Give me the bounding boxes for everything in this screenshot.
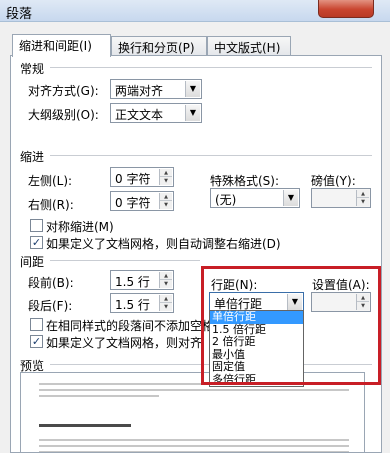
spin-up-icon[interactable]: ▲ bbox=[160, 272, 172, 280]
spin-down-icon[interactable]: ▼ bbox=[160, 177, 172, 185]
special-indent-value: (无) bbox=[215, 193, 237, 207]
outline-value: 正文文本 bbox=[115, 108, 164, 122]
no-space-same-style-label: 在相同样式的段落间不添加空格 bbox=[46, 319, 215, 333]
right-indent-spinner[interactable]: 0 字符 ▲ ▼ bbox=[110, 191, 174, 211]
left-indent-value: 0 字符 bbox=[115, 172, 151, 186]
outline-label: 大纲级别(O): bbox=[28, 108, 99, 122]
line-spacing-dropdown: 单倍行距 1.5 倍行距 2 倍行距 最小值 固定值 多倍行距 bbox=[209, 310, 304, 387]
close-button[interactable] bbox=[318, 0, 374, 18]
right-indent-label: 右侧(R): bbox=[28, 198, 74, 212]
preview-line bbox=[39, 395, 159, 397]
line-spacing-select[interactable]: 单倍行距 ▼ bbox=[209, 292, 304, 312]
chevron-down-icon: ▼ bbox=[283, 190, 298, 206]
spacing-heading: 间距 bbox=[20, 255, 45, 269]
space-before-value: 1.5 行 bbox=[115, 275, 150, 289]
chevron-down-icon: ▼ bbox=[185, 81, 200, 97]
spin-up-icon[interactable]: ▲ bbox=[357, 294, 369, 302]
tab-line-page-breaks[interactable]: 换行和分页(P) bbox=[111, 36, 207, 56]
mirror-indents-checkbox[interactable] bbox=[30, 219, 43, 232]
spinner-buttons: ▲ ▼ bbox=[356, 294, 369, 310]
spinner-buttons: ▲ ▼ bbox=[159, 272, 172, 288]
check-mark-icon: ✓ bbox=[31, 236, 42, 249]
space-before-spinner[interactable]: 1.5 行 ▲ ▼ bbox=[110, 270, 174, 290]
space-before-label: 段前(B): bbox=[28, 276, 74, 290]
spin-down-icon[interactable]: ▼ bbox=[357, 198, 369, 206]
preview-line bbox=[39, 424, 131, 427]
tab-label: 缩进和间距(I) bbox=[19, 39, 92, 53]
tab-label: 中文版式(H) bbox=[214, 41, 281, 55]
spin-up-icon[interactable]: ▲ bbox=[160, 295, 172, 303]
dropdown-option[interactable]: 单倍行距 bbox=[210, 311, 303, 324]
chevron-down-icon: ▼ bbox=[287, 294, 302, 310]
tab-indent-spacing[interactable]: 缩进和间距(I) bbox=[12, 34, 111, 57]
space-after-spinner[interactable]: 1.5 行 ▲ ▼ bbox=[110, 293, 174, 313]
special-indent-select[interactable]: (无) ▼ bbox=[210, 188, 300, 208]
space-after-value: 1.5 行 bbox=[115, 298, 150, 312]
check-mark-icon: ✓ bbox=[31, 335, 42, 348]
preview-pane bbox=[20, 372, 365, 453]
general-heading: 常规 bbox=[20, 62, 45, 76]
auto-adjust-indent-label: 如果定义了文档网格，则自动调整右缩进(D) bbox=[46, 237, 281, 251]
spin-up-icon[interactable]: ▲ bbox=[160, 193, 172, 201]
left-indent-label: 左侧(L): bbox=[28, 174, 73, 188]
preview-line bbox=[39, 445, 349, 447]
alignment-select[interactable]: 两端对齐 ▼ bbox=[110, 79, 202, 99]
spin-down-icon[interactable]: ▼ bbox=[160, 201, 172, 209]
dropdown-option[interactable]: 多倍行距 bbox=[210, 373, 303, 387]
spin-up-icon[interactable]: ▲ bbox=[160, 169, 172, 177]
alignment-label: 对齐方式(G): bbox=[28, 84, 99, 98]
space-after-label: 段后(F): bbox=[28, 299, 73, 313]
indent-by-spinner[interactable]: ▲ ▼ bbox=[311, 188, 371, 208]
spinner-buttons: ▲ ▼ bbox=[159, 193, 172, 209]
snap-to-grid-checkbox[interactable]: ✓ bbox=[30, 335, 43, 348]
line-spacing-label: 行距(N): bbox=[211, 278, 258, 292]
outline-level-select[interactable]: 正文文本 ▼ bbox=[110, 103, 202, 123]
spin-down-icon[interactable]: ▼ bbox=[357, 302, 369, 310]
snap-to-grid-label: 如果定义了文档网格，则对齐 bbox=[46, 336, 203, 350]
section-divider bbox=[50, 67, 372, 68]
dropdown-option[interactable]: 2 倍行距 bbox=[210, 336, 303, 349]
spinner-buttons: ▲ ▼ bbox=[159, 169, 172, 185]
no-space-same-style-checkbox[interactable] bbox=[30, 318, 43, 331]
preview-line bbox=[39, 439, 349, 441]
tab-asian-typography[interactable]: 中文版式(H) bbox=[207, 36, 291, 56]
spacing-at-label: 设置值(A): bbox=[312, 278, 370, 292]
spacing-at-spinner[interactable]: ▲ ▼ bbox=[311, 292, 371, 312]
indent-heading: 缩进 bbox=[20, 150, 45, 164]
tab-label: 换行和分页(P) bbox=[118, 41, 195, 55]
spinner-buttons: ▲ ▼ bbox=[356, 190, 369, 206]
section-divider bbox=[50, 155, 372, 156]
spin-up-icon[interactable]: ▲ bbox=[357, 190, 369, 198]
chevron-down-icon: ▼ bbox=[185, 105, 200, 121]
preview-line bbox=[39, 389, 349, 391]
indent-by-label: 磅值(Y): bbox=[311, 174, 356, 188]
special-indent-label: 特殊格式(S): bbox=[210, 174, 280, 188]
auto-adjust-indent-checkbox[interactable]: ✓ bbox=[30, 236, 43, 249]
line-spacing-value: 单倍行距 bbox=[214, 297, 263, 311]
alignment-value: 两端对齐 bbox=[115, 84, 164, 98]
window-title: 段落 bbox=[6, 7, 33, 22]
mirror-indents-label: 对称缩进(M) bbox=[46, 220, 114, 234]
spin-down-icon[interactable]: ▼ bbox=[160, 303, 172, 311]
title-bar: 段落 bbox=[0, 0, 390, 22]
spinner-buttons: ▲ ▼ bbox=[159, 295, 172, 311]
dropdown-option[interactable]: 固定值 bbox=[210, 361, 303, 374]
section-divider bbox=[50, 260, 200, 261]
right-indent-value: 0 字符 bbox=[115, 196, 151, 210]
left-indent-spinner[interactable]: 0 字符 ▲ ▼ bbox=[110, 167, 174, 187]
spin-down-icon[interactable]: ▼ bbox=[160, 280, 172, 288]
